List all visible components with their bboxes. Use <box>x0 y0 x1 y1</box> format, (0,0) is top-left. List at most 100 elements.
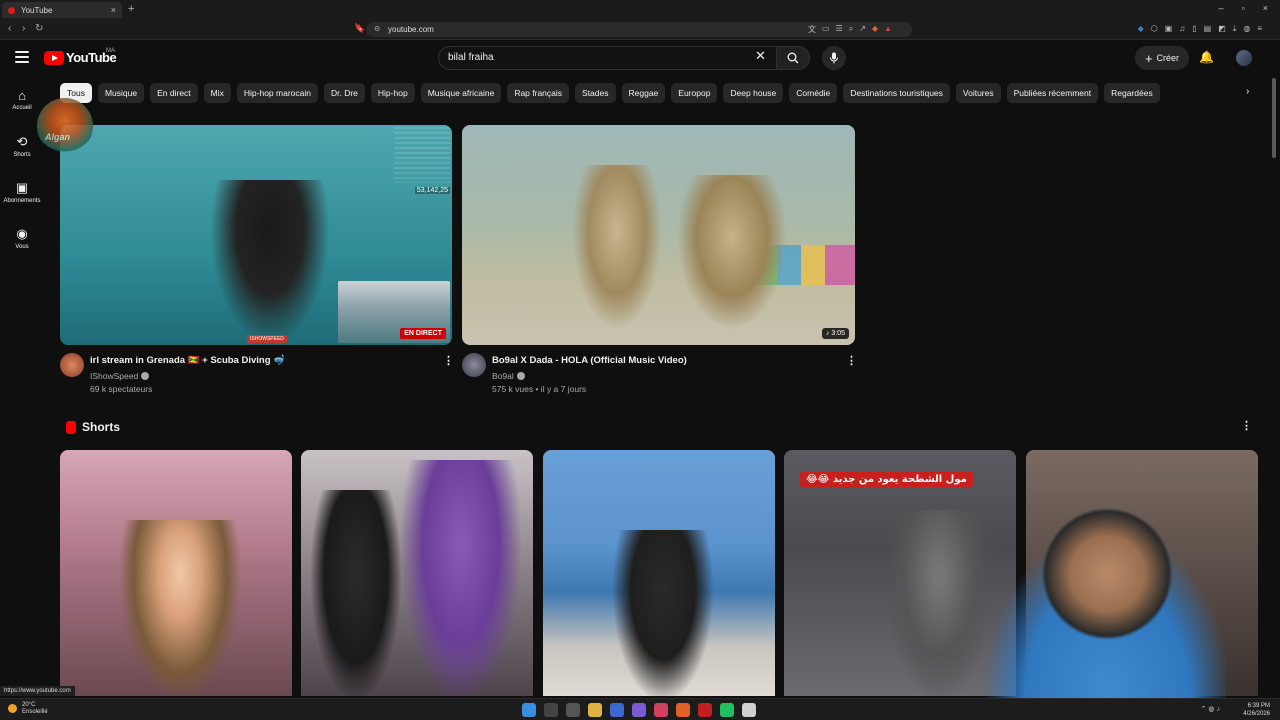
chip[interactable]: Hip-hop marocain <box>236 83 318 103</box>
channel-name[interactable]: Bo9al <box>492 371 525 381</box>
chip[interactable]: Reggae <box>621 83 666 103</box>
chip[interactable]: Stades <box>575 83 616 103</box>
scuba-diver-figure <box>210 180 330 345</box>
chip[interactable]: Comédie <box>789 83 838 103</box>
video-stats: 575 k vues • il y a 7 jours <box>492 384 587 394</box>
chip[interactable]: Regardées <box>1104 83 1160 103</box>
short-thumbnail[interactable] <box>60 450 292 696</box>
video-title[interactable]: irl stream in Grenada 🇬🇩 + Scuba Diving … <box>90 355 285 366</box>
wallet-icon[interactable]: ▤ <box>1204 24 1212 34</box>
video-stats: 69 k spectateurs <box>90 384 153 394</box>
sidebar-item-subscriptions[interactable]: ▣ Abonnements <box>0 180 44 204</box>
account-avatar[interactable] <box>1236 50 1252 66</box>
cast-icon[interactable]: ▭ <box>822 24 830 35</box>
watermark-text: Algan <box>45 132 71 142</box>
search-input[interactable]: bilal fraiha <box>438 46 778 70</box>
extension-icon[interactable]: ⬡ <box>1151 24 1158 34</box>
sidebar-item-home[interactable]: ⌂ Accueil <box>0 88 44 111</box>
chip[interactable]: Hip-hop <box>370 83 415 103</box>
reader-icon[interactable]: ☰ <box>836 24 843 35</box>
short-caption-banner: مول الشطحة يعود من جديد 😂😂 <box>800 472 973 487</box>
menu-icon[interactable]: ≡ <box>1257 24 1262 34</box>
reload-icon[interactable]: ↻ <box>35 23 43 34</box>
app-icon[interactable] <box>698 703 712 717</box>
channel-avatar[interactable] <box>60 353 84 377</box>
share-icon[interactable]: ↗ <box>859 24 866 35</box>
downloads-icon[interactable]: ⤓ <box>1233 24 1237 34</box>
page-scrollbar[interactable] <box>1272 78 1276 158</box>
window-controls: – ▫ × <box>1219 3 1268 13</box>
extension-icon[interactable]: ◩ <box>1218 24 1226 34</box>
video-title[interactable]: Bo9al X Dada - HOLA (Official Music Vide… <box>492 355 687 366</box>
more-options-icon[interactable]: ⋮ <box>443 354 454 367</box>
create-button[interactable]: + Créer <box>1135 46 1189 70</box>
maximize-button[interactable]: ▫ <box>1242 3 1245 13</box>
country-code: MA <box>106 48 115 54</box>
extension-icon[interactable]: ▣ <box>1165 24 1173 34</box>
site-info-icon[interactable]: ⚙ <box>374 22 380 37</box>
back-icon[interactable]: ‹ <box>8 23 11 34</box>
short-thumbnail[interactable] <box>301 450 533 696</box>
chip[interactable]: Deep house <box>723 83 784 103</box>
browser-tab-bar: YouTube × + – ▫ × <box>0 0 1280 20</box>
weather-widget[interactable]: 20°C Ensoleillé <box>8 702 48 716</box>
browser-tab[interactable]: YouTube × <box>2 2 122 18</box>
sidebar-item-shorts[interactable]: ⟲ Shorts <box>0 134 44 158</box>
chip[interactable]: Publiées récemment <box>1006 83 1099 103</box>
voice-search-button[interactable] <box>822 46 846 70</box>
forward-icon[interactable]: › <box>22 23 25 34</box>
new-tab-button[interactable]: + <box>128 3 134 15</box>
sidebar-item-you[interactable]: ◉ Vous <box>0 226 44 250</box>
tab-close-icon[interactable]: × <box>111 5 116 15</box>
extension-icon[interactable]: ◆ <box>1138 24 1144 34</box>
translate-icon[interactable]: 文 <box>808 24 816 35</box>
youtube-logo[interactable]: YouTube MA <box>44 48 117 65</box>
zoom-icon[interactable]: ⌕ <box>849 24 853 35</box>
hamburger-menu-icon[interactable] <box>15 51 29 63</box>
chip[interactable]: Musique <box>97 83 145 103</box>
brave-browser-icon[interactable] <box>676 703 690 717</box>
chips-next-arrow-icon[interactable]: › <box>1246 86 1249 97</box>
chip[interactable]: En direct <box>150 83 198 103</box>
chip[interactable]: Voitures <box>955 83 1001 103</box>
spotify-icon[interactable] <box>720 703 734 717</box>
video-thumbnail[interactable]: 53,142,25 ISHOWSPEED EN DIRECT <box>60 125 452 345</box>
filter-chips: Tous Musique En direct Mix Hip-hop maroc… <box>60 83 1160 103</box>
clear-search-icon[interactable]: ✕ <box>755 48 766 64</box>
sidebar-icon[interactable]: ▯ <box>1192 24 1196 34</box>
chip[interactable]: Mix <box>203 83 231 103</box>
bookmark-icon[interactable]: 🔖 <box>354 23 365 34</box>
short-thumbnail[interactable] <box>543 450 775 696</box>
video-thumbnail[interactable]: ♪ 3:05 <box>462 125 855 345</box>
chip[interactable]: Musique africaine <box>420 83 502 103</box>
clock[interactable]: 6:39 PM 4/26/2026 <box>1243 702 1270 718</box>
chip[interactable]: Rap français <box>507 83 570 103</box>
task-view-icon[interactable] <box>566 703 580 717</box>
channel-name[interactable]: IShowSpeed <box>90 371 150 381</box>
minimize-button[interactable]: – <box>1219 3 1224 13</box>
url-bar-actions: 文 ▭ ☰ ⌕ ↗ ◆ ▲ <box>808 24 892 35</box>
alert-icon[interactable]: ▲ <box>884 24 892 35</box>
search-button[interactable] <box>776 46 810 70</box>
store-icon[interactable] <box>610 703 624 717</box>
vpn-icon[interactable]: ◍ <box>1243 24 1250 34</box>
duration-text: 3:05 <box>831 330 845 337</box>
search-icon[interactable] <box>544 703 558 717</box>
chrome-icon[interactable] <box>742 703 756 717</box>
notifications-bell-icon[interactable]: 🔔 <box>1199 50 1214 64</box>
chip[interactable]: Europop <box>671 83 718 103</box>
app-icon[interactable] <box>654 703 668 717</box>
channel-avatar[interactable] <box>462 353 486 377</box>
sun-icon <box>8 704 17 713</box>
shield-icon[interactable]: ◆ <box>872 24 878 35</box>
file-explorer-icon[interactable] <box>588 703 602 717</box>
close-window-button[interactable]: × <box>1263 3 1268 13</box>
more-options-icon[interactable]: ⋮ <box>846 354 857 367</box>
windows-start-icon[interactable] <box>522 703 536 717</box>
teams-icon[interactable] <box>632 703 646 717</box>
shorts-more-options-icon[interactable]: ⋮ <box>1241 419 1252 432</box>
chip[interactable]: Destinations touristiques <box>843 83 950 103</box>
system-tray-icons[interactable]: ⌃ ◍ ♪ <box>1201 705 1220 713</box>
chip[interactable]: Dr. Dre <box>323 83 365 103</box>
music-icon[interactable]: ♫ <box>1179 24 1185 34</box>
